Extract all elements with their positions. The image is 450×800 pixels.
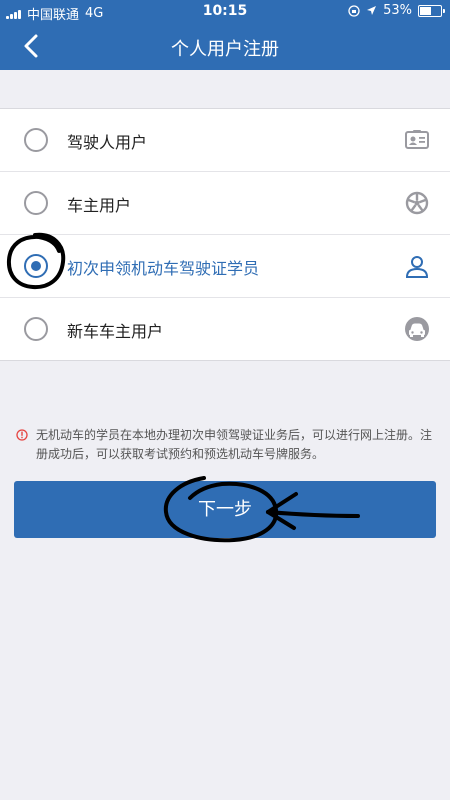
page-title: 个人用户注册 xyxy=(171,39,279,60)
next-step-button[interactable]: 下一步 xyxy=(14,481,436,538)
radio-button-selected[interactable] xyxy=(24,254,48,278)
battery-percent: 53% xyxy=(383,3,412,18)
status-bar: 中国联通 4G 10:15 53% xyxy=(0,0,450,23)
radio-button[interactable] xyxy=(24,128,48,152)
option-row-driver[interactable]: 驾驶人用户 xyxy=(0,109,450,172)
rotation-lock-icon xyxy=(348,4,360,17)
option-label: 初次申领机动车驾驶证学员 xyxy=(67,259,260,278)
id-card-icon xyxy=(405,130,429,149)
option-label: 驾驶人用户 xyxy=(67,133,148,152)
radio-button[interactable] xyxy=(24,191,48,215)
status-right: 53% xyxy=(348,3,445,18)
option-row-new-car-owner[interactable]: 新车车主用户 xyxy=(0,298,450,360)
info-icon xyxy=(16,429,28,441)
option-label: 新车车主用户 xyxy=(67,322,164,341)
person-icon xyxy=(405,256,429,278)
registration-notice: 无机动车的学员在本地办理初次申领驾驶证业务后，可以进行网上注册。注册成功后，可以… xyxy=(16,426,434,464)
option-row-learner[interactable]: 初次申领机动车驾驶证学员 xyxy=(0,235,450,298)
car-icon xyxy=(405,317,429,341)
header-bar: 中国联通 4G 10:15 53% 个人用户注册 xyxy=(0,0,450,70)
option-row-owner[interactable]: 车主用户 xyxy=(0,172,450,235)
notice-text: 无机动车的学员在本地办理初次申领驾驶证业务后，可以进行网上注册。注册成功后，可以… xyxy=(36,428,433,461)
battery-icon xyxy=(418,4,445,17)
wheel-icon xyxy=(405,191,429,215)
location-icon xyxy=(367,6,377,15)
nav-bar: 个人用户注册 xyxy=(0,22,450,70)
next-step-label: 下一步 xyxy=(198,499,252,520)
user-type-list: 驾驶人用户 车主用户 初次申领机动车驾驶证学员 新车车主用户 xyxy=(0,108,450,361)
radio-button[interactable] xyxy=(24,317,48,341)
option-label: 车主用户 xyxy=(67,196,132,215)
